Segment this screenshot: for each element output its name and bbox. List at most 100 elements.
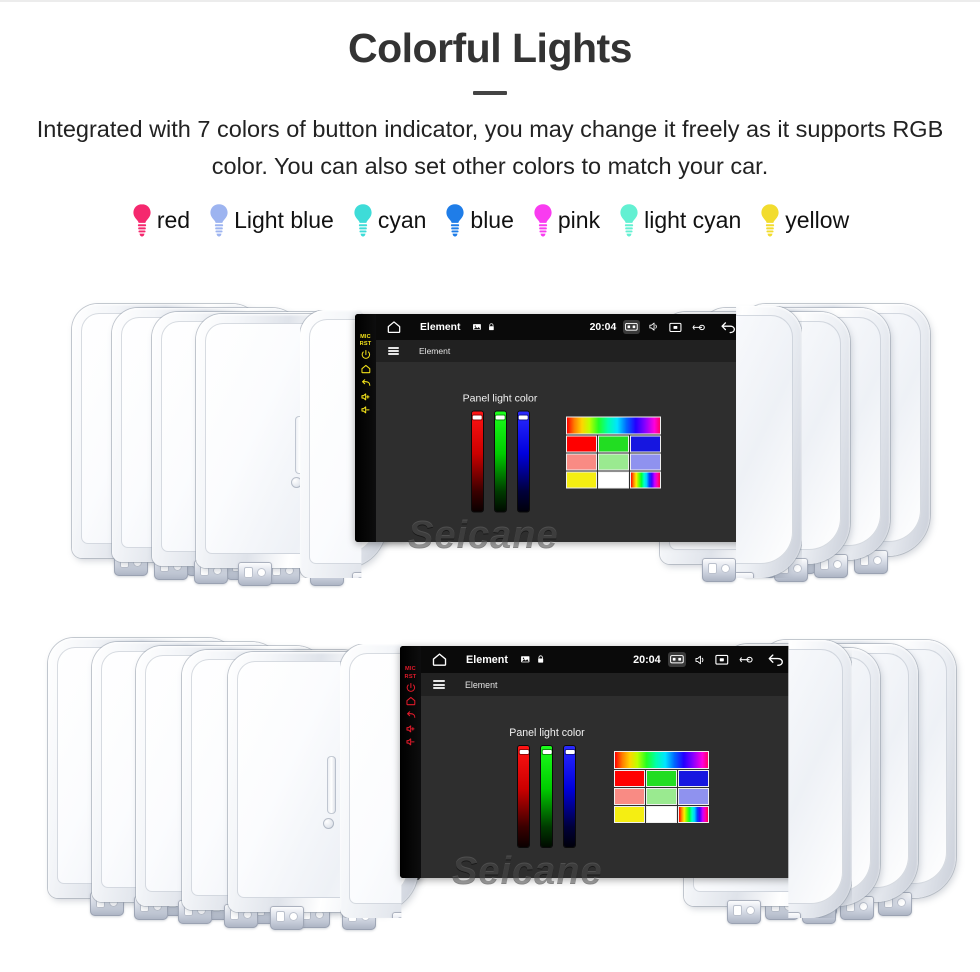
side-button-volume-up[interactable] — [360, 391, 372, 403]
link-icon[interactable] — [692, 323, 706, 332]
color-swatch-grid — [567, 417, 661, 487]
app-bar-title: Element — [465, 679, 498, 690]
red-channel-slider[interactable] — [471, 411, 483, 512]
swatch-rainbow[interactable] — [631, 472, 661, 487]
slider-thumb[interactable] — [495, 415, 505, 420]
side-button-volume-up[interactable] — [405, 723, 417, 735]
side-button-rst[interactable]: RST — [360, 341, 372, 347]
hamburger-icon[interactable] — [388, 347, 399, 355]
status-bar: Element 20:04 — [421, 646, 796, 673]
swatch-#22dd22[interactable] — [599, 436, 629, 451]
mounting-bracket — [687, 912, 721, 936]
swatch-#9aea90[interactable] — [646, 789, 676, 804]
back-icon[interactable] — [766, 652, 786, 667]
swatch-#ffffff[interactable] — [599, 472, 629, 487]
swatch-#f5ee12[interactable] — [614, 807, 644, 822]
side-button-mic[interactable]: MIC — [360, 334, 371, 340]
side-button-bar[interactable]: MICRST — [355, 314, 376, 542]
blue-channel-slider[interactable] — [564, 746, 576, 847]
link-icon[interactable] — [739, 655, 753, 664]
mounting-bracket — [641, 572, 675, 596]
swatch-#1616e0[interactable] — [631, 436, 661, 451]
swatch-#f98b84[interactable] — [614, 789, 644, 804]
legend-item-light-cyan: light cyan — [609, 203, 750, 237]
legend-item-light-blue: Light blue — [199, 203, 343, 237]
subtitle-line-1: Integrated with 7 colors of button indic… — [36, 116, 771, 143]
page-title: Colorful Lights — [347, 25, 633, 71]
status-bar-title: Element — [420, 321, 461, 333]
mounting-bracket — [392, 912, 402, 918]
bulb-icon — [354, 204, 372, 237]
swatch-rainbow[interactable] — [678, 807, 708, 822]
lock-icon — [536, 654, 545, 665]
status-bar: Element 20:04 — [376, 314, 747, 340]
head-unit[interactable]: MIC RST Element 20:04 Element — [400, 646, 796, 878]
side-button-bar[interactable]: MIC RST — [400, 646, 421, 878]
screen-icon[interactable] — [669, 322, 682, 333]
volume-icon[interactable] — [648, 321, 659, 332]
screen-icon[interactable] — [715, 654, 729, 666]
bulb-icon — [446, 204, 465, 237]
page-root: Colorful Lights Integrated with 7 colors… — [0, 0, 980, 972]
app-bar: Element — [376, 340, 747, 362]
legend-item-pink: pink — [523, 203, 609, 237]
swatch-#f98b84[interactable] — [567, 454, 597, 469]
side-button-power[interactable] — [405, 682, 417, 694]
image-icon — [520, 654, 531, 665]
slider-thumb[interactable] — [472, 415, 482, 420]
swatch-row — [567, 472, 661, 487]
hamburger-icon[interactable] — [433, 680, 445, 689]
green-channel-slider[interactable] — [541, 746, 553, 847]
rainbow-strip[interactable] — [614, 752, 708, 768]
bulb-icon — [444, 203, 466, 237]
swatch-#1616e0[interactable] — [678, 771, 708, 786]
screenshot-icon[interactable] — [667, 652, 686, 667]
side-button-home[interactable] — [405, 695, 417, 707]
red-channel-slider[interactable] — [518, 746, 530, 847]
swatch-#ffffff[interactable] — [646, 807, 676, 822]
green-channel-slider[interactable] — [494, 411, 506, 512]
status-bar-right: 20:04 — [633, 652, 786, 667]
status-bar-title: Element — [466, 653, 509, 666]
legend-item-blue: blue — [435, 203, 522, 237]
touchscreen[interactable]: Element 20:04 Element Panel light color — [376, 314, 747, 542]
side-button-power[interactable] — [360, 349, 372, 361]
page-subtitle: Integrated with 7 colors of button indic… — [35, 111, 945, 184]
swatch-#f5ee12[interactable] — [567, 472, 597, 487]
swatch-#ff0000[interactable] — [567, 436, 597, 451]
side-button-volume-down[interactable] — [405, 736, 417, 748]
blue-channel-slider[interactable] — [517, 411, 529, 512]
header: Colorful Lights Integrated with 7 colors… — [0, 0, 980, 184]
swatch-#22dd22[interactable] — [646, 771, 676, 786]
volume-icon[interactable] — [694, 654, 706, 666]
slider-thumb[interactable] — [518, 415, 528, 420]
home-icon[interactable] — [431, 651, 448, 668]
back-icon[interactable] — [719, 320, 737, 334]
screenshot-icon[interactable] — [623, 320, 641, 334]
rainbow-strip[interactable] — [567, 417, 661, 433]
slider-thumb[interactable] — [565, 749, 575, 755]
legend-label: pink — [557, 206, 601, 233]
legend-item-yellow: yellow — [750, 203, 858, 237]
side-button-volume-down[interactable] — [360, 404, 372, 416]
side-button-rst[interactable]: RST — [405, 674, 417, 680]
head-unit[interactable]: MICRST Element 20:04 Element — [355, 314, 747, 542]
slider-thumb[interactable] — [542, 749, 552, 755]
side-button-back[interactable] — [360, 377, 372, 389]
swatch-#8f92ef[interactable] — [678, 789, 708, 804]
bulb-icon — [761, 204, 779, 237]
bulb-icon — [133, 204, 151, 237]
swatch-#8f92ef[interactable] — [631, 454, 661, 469]
rgb-sliders — [471, 411, 529, 512]
side-button-mic[interactable]: MIC — [405, 666, 416, 672]
swatch-#9aea90[interactable] — [599, 454, 629, 469]
swatch-row — [567, 436, 661, 451]
legend-item-cyan: cyan — [343, 203, 436, 237]
slider-thumb[interactable] — [519, 749, 529, 755]
side-button-back[interactable] — [405, 709, 417, 721]
app-bar: Element — [421, 673, 796, 696]
home-icon[interactable] — [386, 319, 402, 335]
touchscreen[interactable]: Element 20:04 Element Panel light color — [421, 646, 796, 878]
side-button-home[interactable] — [360, 363, 372, 375]
swatch-#ff0000[interactable] — [614, 771, 644, 786]
